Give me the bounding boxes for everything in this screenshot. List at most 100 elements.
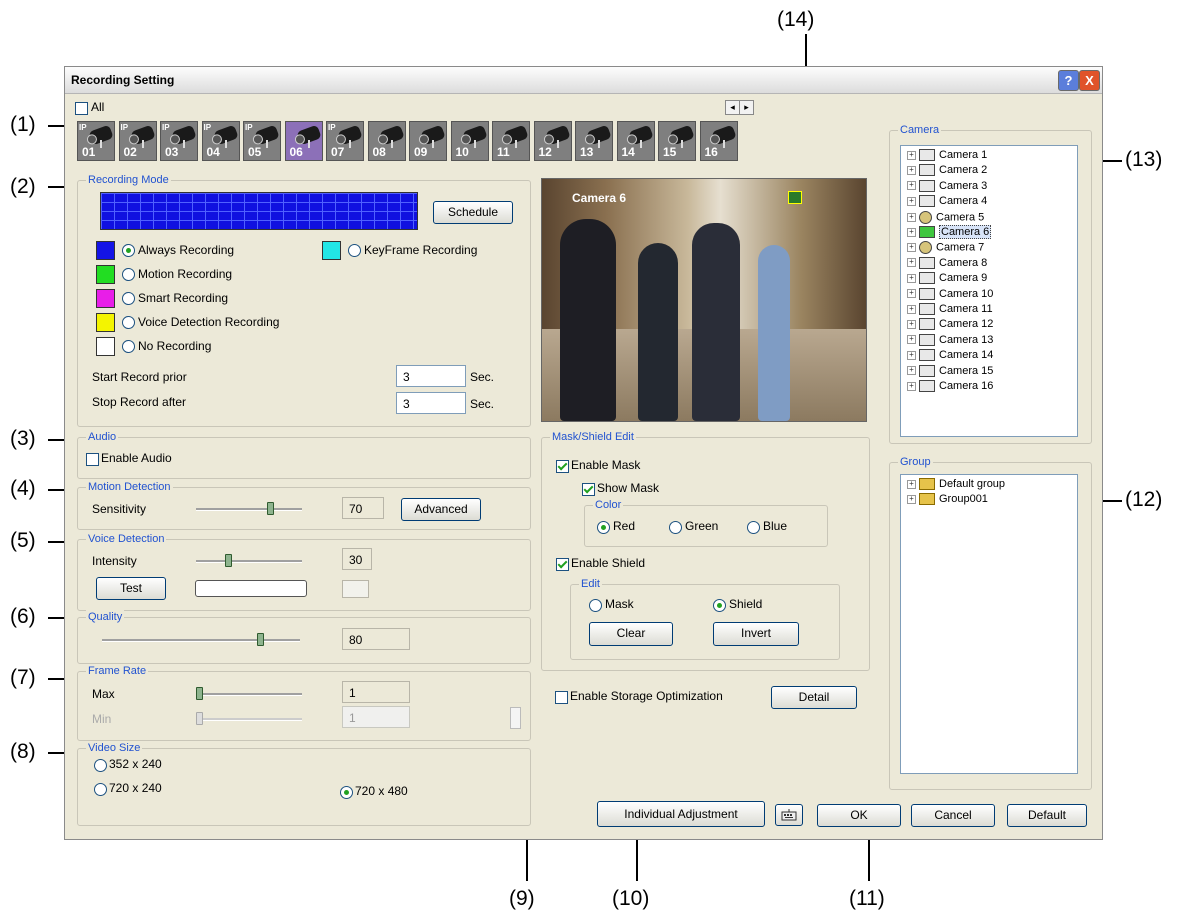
camera-thumb-04[interactable]: IP 04 [201,121,240,161]
camera-tree-item[interactable]: + Camera 16 [907,380,993,393]
expand-icon[interactable]: + [907,227,916,237]
camera-tree-item[interactable]: + Camera 14 [907,349,993,362]
expand-icon[interactable]: + [907,273,916,283]
quality-slider-thumb[interactable] [257,633,265,646]
camera-tree-item[interactable]: + Camera 13 [907,334,993,346]
ok-button[interactable]: OK [817,804,901,827]
smart-recording-radio[interactable] [122,292,135,305]
enable-mask-checkbox[interactable] [556,460,569,473]
size-352x240-radio[interactable] [94,759,107,772]
camera-tree-item[interactable]: + Camera 15 [907,365,993,377]
expand-icon[interactable]: + [907,243,916,253]
test-button[interactable]: Test [96,577,166,600]
expand-icon[interactable]: + [907,350,916,360]
camera-tree-item[interactable]: + Camera 7 [907,241,984,255]
mask-edit-radio[interactable] [589,599,602,612]
red-color-radio[interactable] [597,521,610,534]
camera-thumb-01[interactable]: IP 01 [77,121,115,161]
camera-thumb-10[interactable]: 10 [450,121,489,161]
blue-color-radio[interactable] [747,521,760,534]
camera-thumb-06[interactable]: 06 [284,121,323,161]
camera-tree-item[interactable]: + Camera 5 [907,210,984,224]
stop-record-after-input[interactable]: 3 [396,392,466,414]
camera-tree-item[interactable]: + Camera 11 [907,303,993,316]
enable-shield-checkbox[interactable] [556,558,569,571]
camera-tree-item[interactable]: + Camera 2 [907,164,987,177]
max-frame-rate-value: 1 [342,681,410,703]
camera-tree-item[interactable]: + Camera 8 [907,257,987,269]
camera-thumb-16[interactable]: 16 [699,121,738,161]
no-recording-radio[interactable] [122,340,135,353]
camera-tree-item[interactable]: + Camera 4 [907,195,987,208]
scroll-left-button[interactable]: ◂ [725,100,740,115]
expand-icon[interactable]: + [907,381,916,391]
expand-icon[interactable]: + [907,319,916,329]
size-720x240-radio[interactable] [94,783,107,796]
help-button[interactable]: ? [1058,70,1079,91]
invert-button[interactable]: Invert [713,622,799,646]
start-record-prior-input[interactable]: 3 [396,365,466,387]
green-color-label: Green [685,519,719,533]
camera-thumb-08[interactable]: 08 [367,121,406,161]
camera-tree-item[interactable]: + Camera 6 [907,225,992,239]
default-button[interactable]: Default [1007,804,1087,827]
camera-thumb-13[interactable]: 13 [575,121,613,161]
expand-icon[interactable]: + [907,366,916,376]
intensity-slider-thumb[interactable] [224,554,232,567]
schedule-button[interactable]: Schedule [433,201,513,224]
expand-icon[interactable]: + [907,258,916,268]
expand-icon[interactable]: + [907,304,916,314]
camera-thumb-03[interactable]: IP 03 [160,121,198,161]
size-720x480-radio[interactable] [340,786,353,799]
camera-icon [919,226,935,239]
camera-tree-item[interactable]: + Camera 12 [907,318,993,331]
clear-button[interactable]: Clear [589,622,673,646]
show-mask-checkbox[interactable] [582,483,595,496]
voice-detection-recording-radio[interactable] [122,316,135,329]
camera-thumb-07[interactable]: IP 07 [326,121,364,161]
expand-icon[interactable]: + [907,196,916,206]
max-slider-thumb[interactable] [196,687,203,700]
camera-thumb-11[interactable]: 11 [492,121,530,161]
motion-recording-radio[interactable] [122,268,135,281]
detail-button[interactable]: Detail [771,686,857,709]
schedule-grid[interactable] [100,192,418,230]
expand-icon[interactable]: + [907,289,916,299]
close-button[interactable]: X [1079,70,1100,91]
camera-icon [919,195,935,208]
expand-icon[interactable]: + [907,335,916,345]
camera-thumb-12[interactable]: 12 [533,121,572,161]
camera-thumb-05[interactable]: IP 05 [243,121,281,161]
camera-tree-item[interactable]: + Camera 1 [907,149,987,162]
expand-icon[interactable]: + [907,494,916,504]
expand-icon[interactable]: + [907,165,916,175]
scroll-right-button[interactable]: ▸ [739,100,754,115]
camera-thumb-14[interactable]: 14 [616,121,655,161]
camera-tree-item[interactable]: + Camera 9 [907,272,987,285]
expand-icon[interactable]: + [907,212,916,222]
group-tree-item[interactable]: + Default group [907,478,1005,491]
camera-number: 15 [663,145,677,159]
expand-icon[interactable]: + [907,150,916,160]
cancel-button[interactable]: Cancel [911,804,995,827]
camera-tree-item[interactable]: + Camera 3 [907,180,987,192]
individual-adjustment-button[interactable]: Individual Adjustment [597,801,765,827]
shield-edit-radio[interactable] [713,599,726,612]
voice-detection-legend: Voice Detection [86,532,167,546]
green-color-radio[interactable] [669,521,682,534]
all-checkbox[interactable] [75,102,88,115]
always-recording-radio[interactable] [122,244,135,257]
camera-thumb-15[interactable]: 15 [658,121,696,161]
group-tree-item[interactable]: + Group001 [907,493,988,506]
expand-icon[interactable]: + [907,479,916,489]
camera-tree-item[interactable]: + Camera 10 [907,288,993,300]
advanced-button[interactable]: Advanced [401,498,481,521]
sensitivity-slider-thumb[interactable] [267,502,275,515]
camera-thumb-02[interactable]: IP 02 [118,121,157,161]
keyframe-recording-radio[interactable] [348,244,361,257]
enable-audio-checkbox[interactable] [86,453,99,466]
enable-storage-optimization-checkbox[interactable] [555,691,568,704]
camera-thumb-09[interactable]: 09 [409,121,447,161]
keyboard-icon[interactable] [775,804,803,826]
expand-icon[interactable]: + [907,181,916,191]
